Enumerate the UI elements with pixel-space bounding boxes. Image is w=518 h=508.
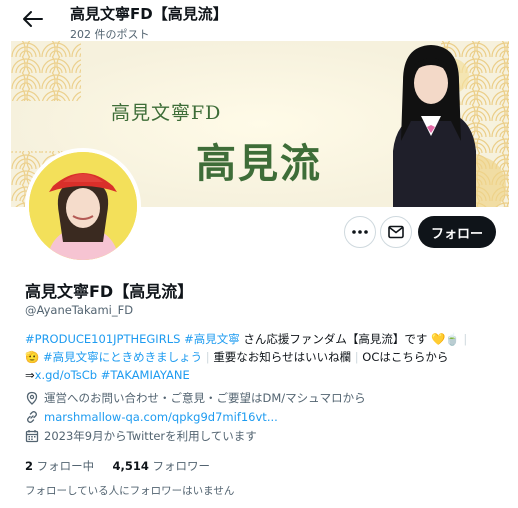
bio-text-3: OCはこちらから xyxy=(362,350,449,364)
following-count: 2 xyxy=(25,459,34,473)
user-handle: @AyaneTakami_FD xyxy=(25,303,134,317)
bio-line-1: #PRODUCE101JPTHEGIRLS #高見文寧 さん応援ファンダム【高見… xyxy=(25,330,495,348)
message-button[interactable] xyxy=(380,216,412,248)
envelope-icon xyxy=(388,225,404,239)
followers-label: フォロワー xyxy=(152,459,211,473)
followers-count: 4,514 xyxy=(112,459,149,473)
link-icon xyxy=(27,411,37,423)
following-label: フォロー中 xyxy=(36,459,95,473)
back-button[interactable] xyxy=(20,8,46,30)
hashtag-takamiayane[interactable]: #TAKAMIAYANE xyxy=(101,368,190,382)
hashtag-tokimeki[interactable]: #高見文寧にときめきましょう xyxy=(43,350,202,364)
bio-divider: | xyxy=(354,350,359,364)
bio-link[interactable]: x.gd/oTsCb xyxy=(35,368,97,382)
top-bar: 高見文寧FD【高見流】 202 件のポスト xyxy=(0,0,518,44)
hashtag-takami-ayane[interactable]: #高見文寧 xyxy=(184,332,240,346)
follow-button[interactable]: フォロー xyxy=(418,216,496,248)
location-pin-icon xyxy=(26,391,38,405)
hashtag-produce101[interactable]: #PRODUCE101JPTHEGIRLS xyxy=(25,332,180,346)
followers-link[interactable]: 4,514 フォロワー xyxy=(112,459,210,473)
location-row: 運営へのお問い合わせ・ご意見・ご要望はDM/マシュマロから xyxy=(25,389,366,407)
post-count: 202 件のポスト xyxy=(70,28,150,41)
arrow-left-icon xyxy=(23,11,43,27)
banner-big-text: 高見流 xyxy=(196,140,322,187)
banner-small-text: 高見文寧FD xyxy=(111,102,222,124)
more-horizontal-icon xyxy=(352,230,368,234)
bio-line-2: 🫡 #高見文寧にときめきましょう | 重要なお知らせはいいね欄 | OCはこちら… xyxy=(25,348,495,366)
bio-divider: | xyxy=(205,350,210,364)
bio-emojis-1: 💛🍵 xyxy=(431,332,460,346)
page-title: 高見文寧FD【高見流】 xyxy=(70,5,228,23)
follow-stats: 2 フォロー中 4,514 フォロワー xyxy=(25,458,210,474)
display-name: 高見文寧FD【高見流】 xyxy=(25,282,194,301)
avatar-image xyxy=(29,152,137,260)
joined-row: 2023年9月からTwitterを利用しています xyxy=(25,427,257,445)
location-text: 運営へのお問い合わせ・ご意見・ご要望はDM/マシュマロから xyxy=(44,391,366,405)
bio-divider: | xyxy=(463,332,468,346)
profile-bio: #PRODUCE101JPTHEGIRLS #高見文寧 さん応援ファンダム【高見… xyxy=(25,330,495,384)
bio-text-1: さん応援ファンダム【高見流】です xyxy=(239,332,428,346)
website-row: marshmallow-qa.com/qpkg9d7mif16vt... xyxy=(25,408,278,426)
bio-line-3: ⇒x.gd/oTsCb #TAKAMIAYANE xyxy=(25,366,495,384)
joined-text: 2023年9月からTwitterを利用しています xyxy=(44,429,257,443)
more-button[interactable] xyxy=(344,216,376,248)
calendar-icon xyxy=(25,430,39,443)
avatar[interactable] xyxy=(25,148,141,264)
following-link[interactable]: 2 フォロー中 xyxy=(25,459,94,473)
salute-emoji: 🫡 xyxy=(25,350,40,364)
followers-you-know: フォローしている人にフォロワーはいません xyxy=(25,485,235,497)
arrow-symbol: ⇒ xyxy=(25,368,35,382)
website-link[interactable]: marshmallow-qa.com/qpkg9d7mif16vt... xyxy=(44,410,278,424)
bio-text-2: 重要なお知らせはいいね欄 xyxy=(213,350,352,364)
